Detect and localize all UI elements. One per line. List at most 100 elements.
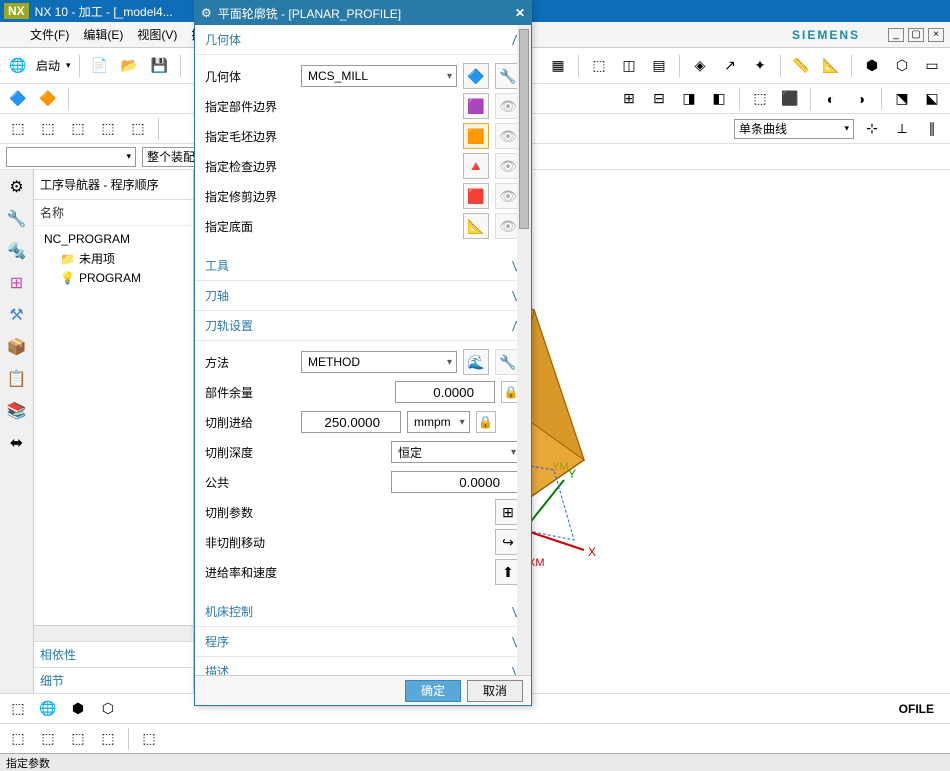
section-tool[interactable]: 工具⋁: [195, 251, 531, 281]
section-axis[interactable]: 刀轴⋁: [195, 281, 531, 311]
t2j-icon[interactable]: ⬕: [920, 87, 944, 111]
part-boundary-button[interactable]: 🟪: [463, 93, 489, 119]
rb-history-icon[interactable]: 📋: [6, 368, 28, 390]
section-program[interactable]: 程序⋁: [195, 627, 531, 657]
nav-hscroll[interactable]: [34, 625, 193, 641]
common-input[interactable]: [391, 471, 521, 493]
section-path-settings[interactable]: 刀轨设置⋀: [195, 311, 531, 341]
t2c-icon[interactable]: ◨: [677, 87, 701, 111]
bt2-c-icon[interactable]: ⬚: [66, 727, 90, 751]
menu-edit[interactable]: 编辑(E): [83, 26, 123, 43]
t2i-icon[interactable]: ⬔: [890, 87, 914, 111]
dialog-close-button[interactable]: ✕: [515, 6, 525, 20]
bt1-d-icon[interactable]: ⬡: [96, 697, 120, 721]
rb-reuse-icon[interactable]: 📦: [6, 336, 28, 358]
csys-icon[interactable]: ⬚: [587, 54, 611, 78]
analysis-icon[interactable]: 📐: [819, 54, 843, 78]
t2d-icon[interactable]: ◧: [707, 87, 731, 111]
menu-view[interactable]: 视图(V): [137, 26, 177, 43]
scrollbar-thumb[interactable]: [519, 29, 529, 229]
sel2-icon[interactable]: ⬚: [36, 117, 60, 141]
method-select[interactable]: METHOD: [301, 351, 457, 373]
menu-file[interactable]: 文件(F): [30, 26, 69, 43]
view-icon[interactable]: ▦: [546, 54, 570, 78]
minimize-button[interactable]: _: [888, 28, 904, 42]
new-icon[interactable]: 📄: [88, 54, 112, 78]
sel3-icon[interactable]: ⬚: [66, 117, 90, 141]
bt2-a-icon[interactable]: ⬚: [6, 727, 30, 751]
geometry-edit-button[interactable]: 🔷: [463, 63, 489, 89]
sel5-icon[interactable]: ⬚: [126, 117, 150, 141]
rb-part-icon[interactable]: 🔧: [6, 208, 28, 230]
rb-settings-icon[interactable]: ⚙: [6, 176, 28, 198]
rb-collapse-icon[interactable]: ⬌: [6, 432, 28, 454]
t2g-icon[interactable]: ◐: [819, 87, 843, 111]
dialog-titlebar[interactable]: ⚙ 平面轮廓铣 - [PLANAR_PROFILE] ✕: [195, 1, 531, 25]
t2h-icon[interactable]: ◑: [849, 87, 873, 111]
open-icon[interactable]: 📂: [118, 54, 142, 78]
t2e-icon[interactable]: ⬚: [748, 87, 772, 111]
dialog-scrollbar[interactable]: [517, 25, 531, 675]
curve-filter-combo[interactable]: 单条曲线▾: [734, 119, 854, 139]
t2f-icon[interactable]: ⬛: [778, 87, 802, 111]
t2a-icon[interactable]: ⊞: [617, 87, 641, 111]
tree-root[interactable]: NC_PROGRAM: [38, 230, 189, 248]
close-button[interactable]: ×: [928, 28, 944, 42]
blank-boundary-button[interactable]: 🟧: [463, 123, 489, 149]
restore-button[interactable]: ▢: [908, 28, 924, 42]
layer-icon[interactable]: ▤: [647, 54, 671, 78]
check-boundary-button[interactable]: 🔺: [463, 153, 489, 179]
plane-icon[interactable]: ◫: [617, 54, 641, 78]
extra2-icon[interactable]: ⬡: [890, 54, 914, 78]
ok-button[interactable]: 确定: [405, 680, 461, 702]
depth-select[interactable]: 恒定: [391, 441, 521, 463]
ruler-icon[interactable]: ▭: [920, 54, 944, 78]
footer-tab[interactable]: OFILE: [899, 702, 934, 716]
feed-input[interactable]: [301, 411, 401, 433]
snap2-icon[interactable]: ⟂: [890, 117, 914, 141]
datum-icon[interactable]: ◈: [688, 54, 712, 78]
program-tree[interactable]: NC_PROGRAM 📁 未用项 💡 PROGRAM: [34, 226, 193, 625]
bt1-a-icon[interactable]: ⬚: [6, 697, 30, 721]
section-description[interactable]: 描述⋁: [195, 657, 531, 675]
nav-dependency[interactable]: 相依性: [34, 641, 193, 667]
start-label[interactable]: 启动: [36, 57, 60, 74]
nav-column-header[interactable]: 名称: [34, 200, 193, 226]
rb-mfg-icon[interactable]: ⚒: [6, 304, 28, 326]
bt2-d-icon[interactable]: ⬚: [96, 727, 120, 751]
measure-icon[interactable]: 📏: [789, 54, 813, 78]
rb-nav-icon[interactable]: ⊞: [6, 272, 28, 294]
save-icon[interactable]: 💾: [148, 54, 172, 78]
snap3-icon[interactable]: ∥: [920, 117, 944, 141]
type-filter-combo[interactable]: ▾: [6, 147, 136, 167]
sel1-icon[interactable]: ⬚: [6, 117, 30, 141]
stock-input[interactable]: [395, 381, 495, 403]
nav-detail[interactable]: 细节: [34, 667, 193, 693]
section-geometry[interactable]: 几何体⋀: [195, 25, 531, 55]
sel4-icon[interactable]: ⬚: [96, 117, 120, 141]
trim-boundary-button[interactable]: 🟥: [463, 183, 489, 209]
bt1-c-icon[interactable]: ⬢: [66, 697, 90, 721]
section-machine-control[interactable]: 机床控制⋁: [195, 597, 531, 627]
tree-program[interactable]: 💡 PROGRAM: [38, 269, 189, 287]
obj2-icon[interactable]: 🔶: [36, 87, 60, 111]
bt2-e-icon[interactable]: ⬚: [137, 727, 161, 751]
obj1-icon[interactable]: 🔷: [6, 87, 30, 111]
method-edit-button[interactable]: 🌊: [463, 349, 489, 375]
feed-unit-select[interactable]: mmpm: [407, 411, 470, 433]
start-icon[interactable]: 🌐: [6, 54, 30, 78]
t2b-icon[interactable]: ⊟: [647, 87, 671, 111]
snap1-icon[interactable]: ⊹: [860, 117, 884, 141]
geometry-select[interactable]: MCS_MILL: [301, 65, 457, 87]
axis-icon[interactable]: ↗: [718, 54, 742, 78]
rb-assy-icon[interactable]: 🔩: [6, 240, 28, 262]
floor-button[interactable]: 📐: [463, 213, 489, 239]
bt2-b-icon[interactable]: ⬚: [36, 727, 60, 751]
extra1-icon[interactable]: ⬢: [860, 54, 884, 78]
point-icon[interactable]: ✦: [748, 54, 772, 78]
rb-roles-icon[interactable]: 📚: [6, 400, 28, 422]
bt1-b-icon[interactable]: 🌐: [36, 697, 60, 721]
feed-lock-button[interactable]: 🔒: [476, 411, 496, 433]
tree-unused[interactable]: 📁 未用项: [38, 248, 189, 269]
cancel-button[interactable]: 取消: [467, 680, 523, 702]
